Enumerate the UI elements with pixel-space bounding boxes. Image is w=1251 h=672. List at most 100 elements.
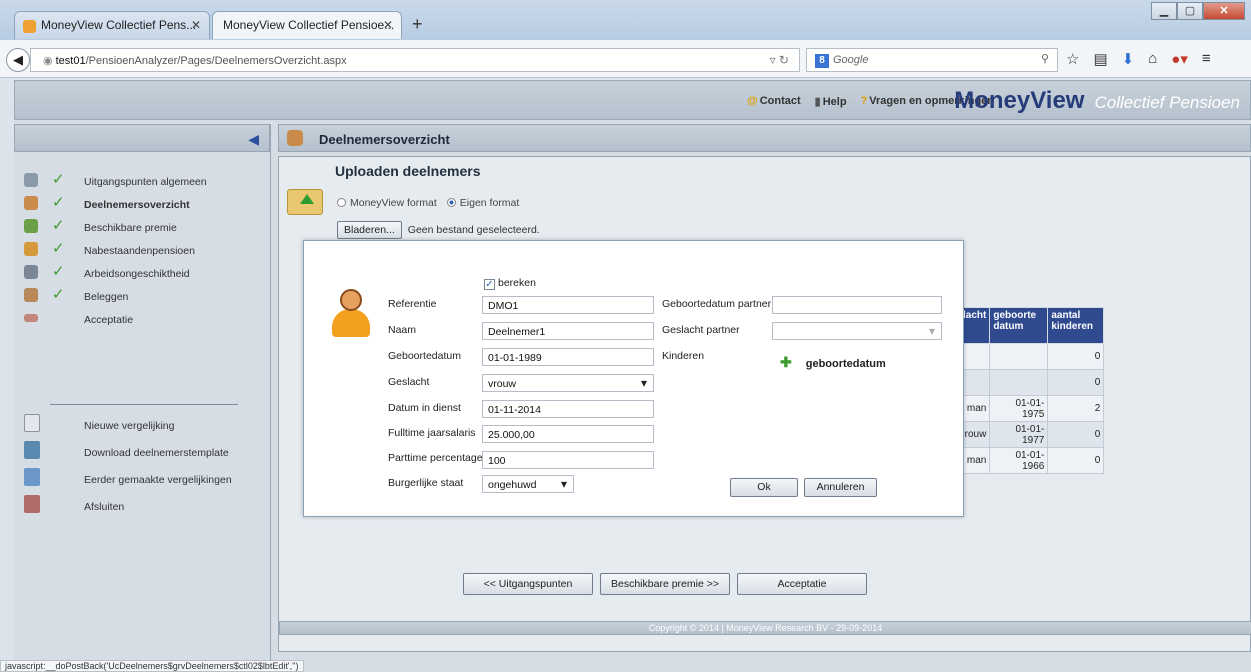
upload-title: Uploaden deelnemers bbox=[335, 163, 481, 179]
exit-door-icon bbox=[24, 495, 40, 513]
col-geslacht[interactable]: lacht bbox=[958, 307, 991, 344]
avatar-head bbox=[340, 289, 362, 311]
browser-tab-2[interactable]: MoneyView Collectief Pensioe... ✕ bbox=[212, 11, 402, 39]
adblock-icon[interactable]: ●▾ bbox=[1171, 50, 1188, 68]
tool-label: Afsluiten bbox=[84, 501, 125, 513]
col-geboortedatum[interactable]: geboorte datum bbox=[989, 307, 1049, 344]
fulltime-label: Fulltime jaarsalaris bbox=[388, 427, 476, 439]
radio-moneyview-format[interactable]: MoneyView format bbox=[337, 197, 437, 209]
prev-uitgangspunten-button[interactable]: << Uitgangspunten bbox=[463, 573, 593, 595]
add-child-button[interactable]: ✚ geboortedatum bbox=[780, 354, 886, 371]
ok-button[interactable]: Ok bbox=[730, 478, 798, 497]
sidebar: ◀ ✓ Uitgangspunten algemeen ✓ Deelnemersov… bbox=[14, 124, 271, 672]
hand-coins-icon bbox=[24, 288, 38, 302]
browse-button[interactable]: Bladeren... bbox=[337, 221, 402, 239]
check-icon: ✓ bbox=[52, 286, 65, 303]
table-header-row: lacht geboorte datum aantal kinderen bbox=[958, 307, 1105, 344]
table-row[interactable]: 0 bbox=[958, 343, 1105, 370]
table-row[interactable]: man 01-01-1966 0 bbox=[958, 447, 1105, 474]
sidebar-item-arbeidsongeschiktheid[interactable]: ✓ Arbeidsongeschiktheid bbox=[14, 262, 271, 285]
geslacht-select[interactable]: vrouw bbox=[482, 374, 654, 392]
cell: rouw bbox=[958, 421, 991, 448]
datum-in-dienst-field[interactable]: 01-11-2014 bbox=[482, 400, 654, 418]
close-window-icon[interactable]: ✕ bbox=[1203, 2, 1245, 20]
cell: 2 bbox=[1047, 395, 1105, 422]
app-header: @ Contact ▮ Help ? Vragen en opmerkingen Mo… bbox=[14, 80, 1251, 120]
cell: man bbox=[958, 447, 991, 474]
browser-titlebar: MoneyView Collectief Pens... ✕ MoneyView… bbox=[0, 0, 1251, 40]
table-row[interactable]: 0 bbox=[958, 369, 1105, 396]
address-bar[interactable]: ◉ test01/PensioenAnalyzer/Pages/Deelnemer… bbox=[30, 48, 800, 72]
cell: 0 bbox=[1047, 343, 1105, 370]
check-icon: ✓ bbox=[52, 194, 65, 211]
person-icon bbox=[24, 173, 38, 187]
geboortedatum-partner-label: Geboortedatum partner bbox=[662, 298, 772, 310]
back-arrow-icon[interactable]: ◀ bbox=[6, 48, 30, 72]
radio-label: Eigen format bbox=[459, 197, 520, 209]
parttime-percentage-field[interactable]: 100 bbox=[482, 451, 654, 469]
tool-new-comparison[interactable]: Nieuwe vergelijking bbox=[14, 412, 271, 439]
sidebar-item-deelnemersoverzicht[interactable]: ✓ Deelnemersoverzicht bbox=[14, 193, 271, 216]
reading-list-icon[interactable]: ▤ bbox=[1093, 50, 1107, 68]
sidebar-item-beleggen[interactable]: ✓ Beleggen bbox=[14, 285, 271, 308]
fulltime-jaarsalaris-field[interactable]: 25.000,00 bbox=[482, 425, 654, 443]
tool-previous-comparisons[interactable]: Eerder gemaakte vergelijkingen bbox=[14, 466, 271, 493]
bereken-label: bereken bbox=[498, 277, 536, 289]
next-beschikbare-premie-button[interactable]: Beschikbare premie >> bbox=[600, 573, 730, 595]
table-row[interactable]: rouw 01-01-1977 0 bbox=[958, 421, 1105, 448]
add-child-label: geboortedatum bbox=[805, 358, 886, 370]
sidebar-item-acceptatie[interactable]: Acceptatie bbox=[14, 308, 271, 331]
burgerlijke-staat-select[interactable]: ongehuwd bbox=[482, 475, 574, 493]
geboortedatum-partner-field[interactable] bbox=[772, 296, 942, 314]
sidebar-item-beschikbare-premie[interactable]: ✓ Beschikbare premie bbox=[14, 216, 271, 239]
home-icon[interactable]: ⌂ bbox=[1148, 50, 1157, 68]
question-icon: ? bbox=[860, 95, 868, 107]
check-icon: ✓ bbox=[52, 171, 65, 188]
geboortedatum-field[interactable]: 01-01-1989 bbox=[482, 348, 654, 366]
cancel-button[interactable]: Annuleren bbox=[804, 478, 877, 497]
url-host: test01 bbox=[55, 55, 86, 67]
browser-tab-1[interactable]: MoneyView Collectief Pens... ✕ bbox=[14, 11, 210, 39]
cell: 0 bbox=[1047, 369, 1105, 396]
browser-navbar: ◀ ◉ test01/PensioenAnalyzer/Pages/Deelnem… bbox=[0, 40, 1251, 78]
close-tab-icon[interactable]: ✕ bbox=[191, 18, 201, 32]
bookmark-star-icon[interactable]: ☆ bbox=[1066, 50, 1079, 68]
referentie-field[interactable]: DMO1 bbox=[482, 296, 654, 314]
collapse-sidebar-icon[interactable]: ◀ bbox=[248, 131, 259, 148]
search-input[interactable]: 8 Google ⚲ bbox=[806, 48, 1058, 72]
reload-icon[interactable]: ▿ ↻ bbox=[770, 53, 789, 67]
google-icon: 8 bbox=[815, 54, 829, 68]
help-link[interactable]: ▮ Help bbox=[815, 95, 847, 108]
tab-label: MoneyView Collectief Pens... bbox=[41, 18, 197, 32]
contact-link[interactable]: @ Contact bbox=[747, 95, 801, 108]
geslacht-partner-select[interactable] bbox=[772, 322, 942, 340]
minimize-icon[interactable]: ▁ bbox=[1151, 2, 1177, 20]
naam-field[interactable]: Deelnemer1 bbox=[482, 322, 654, 340]
sidebar-divider bbox=[50, 404, 238, 405]
main-header: Deelnemersoverzicht bbox=[278, 124, 1251, 152]
menu-icon[interactable]: ≡ bbox=[1202, 50, 1211, 68]
sidebar-menu: ✓ Uitgangspunten algemeen ✓ Deelnemersover… bbox=[14, 170, 271, 331]
copyright-footer: Copyright © 2014 | MoneyView Research BV… bbox=[279, 621, 1251, 635]
acceptatie-button[interactable]: Acceptatie bbox=[737, 573, 867, 595]
search-placeholder: Google bbox=[833, 54, 869, 66]
tool-afsluiten[interactable]: Afsluiten bbox=[14, 493, 271, 520]
maximize-icon[interactable]: ▢ bbox=[1177, 2, 1203, 20]
sidebar-item-label: Acceptatie bbox=[84, 314, 134, 326]
tool-download-template[interactable]: Download deelnemerstemplate bbox=[14, 439, 271, 466]
download-icon[interactable]: ⬇ bbox=[1122, 50, 1135, 68]
sidebar-item-label: Nabestaandenpensioen bbox=[84, 245, 195, 257]
geboortedatum-label: Geboortedatum bbox=[388, 350, 461, 362]
new-tab-icon[interactable]: + bbox=[412, 14, 423, 35]
sidebar-item-label: Beschikbare premie bbox=[84, 222, 177, 234]
bereken-checkbox[interactable]: ✓ bereken bbox=[484, 277, 536, 290]
geslacht-label: Geslacht bbox=[388, 376, 430, 388]
sidebar-item-nabestaandenpensioen[interactable]: ✓ Nabestaandenpensioen bbox=[14, 239, 271, 262]
cell: 01-01-1977 bbox=[989, 421, 1049, 448]
search-icon[interactable]: ⚲ bbox=[1041, 52, 1049, 65]
sidebar-item-uitgangspunten[interactable]: ✓ Uitgangspunten algemeen bbox=[14, 170, 271, 193]
col-aantal-kinderen[interactable]: aantal kinderen bbox=[1047, 307, 1105, 344]
radio-eigen-format[interactable]: Eigen format bbox=[446, 197, 520, 209]
table-row[interactable]: man 01-01-1975 2 bbox=[958, 395, 1105, 422]
close-tab-icon[interactable]: ✕ bbox=[383, 18, 393, 32]
